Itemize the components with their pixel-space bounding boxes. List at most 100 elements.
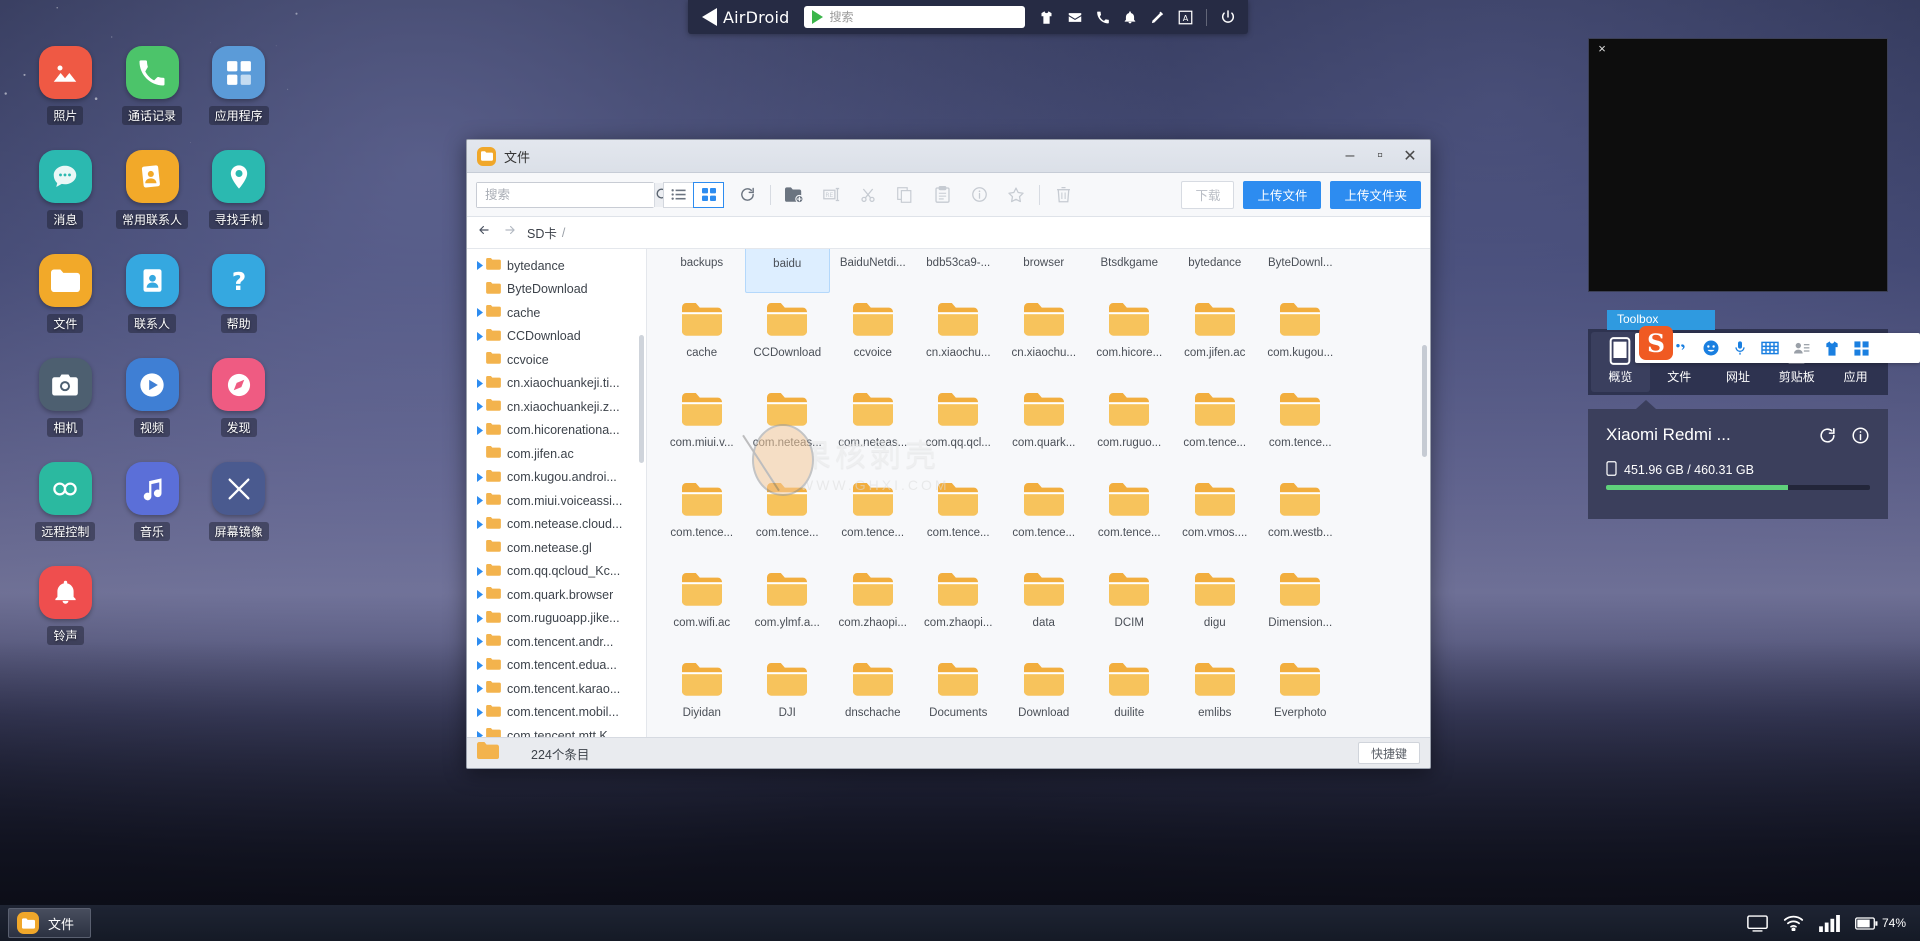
file-grid-item[interactable]: com.kugou... bbox=[1258, 293, 1344, 383]
refresh-icon[interactable] bbox=[1804, 426, 1837, 445]
arrow-left-icon[interactable] bbox=[477, 223, 491, 242]
file-grid-item[interactable]: data bbox=[1001, 563, 1087, 653]
file-grid-item[interactable]: cn.xiaochu... bbox=[1001, 293, 1087, 383]
new-folder-button[interactable] bbox=[780, 181, 808, 209]
file-grid-item[interactable]: com.tence... bbox=[1001, 473, 1087, 563]
tshirt-skin-icon[interactable] bbox=[1823, 340, 1841, 357]
punctuation-icon[interactable] bbox=[1673, 340, 1690, 357]
bell-icon[interactable] bbox=[1123, 10, 1137, 25]
apps-grid-icon[interactable] bbox=[1853, 340, 1870, 357]
chevron-right-icon[interactable] bbox=[473, 520, 486, 529]
file-grid-item[interactable]: bytedance bbox=[1172, 249, 1258, 293]
chevron-right-icon[interactable] bbox=[473, 426, 486, 435]
info-icon[interactable] bbox=[1837, 426, 1870, 445]
chevron-right-icon[interactable] bbox=[473, 708, 486, 717]
file-grid-item[interactable]: BaiduNetdi... bbox=[830, 249, 916, 293]
file-grid-item[interactable]: ByteDownl... bbox=[1258, 249, 1344, 293]
file-grid-item[interactable]: cache bbox=[659, 293, 745, 383]
file-grid-item[interactable]: cn.xiaochu... bbox=[916, 293, 1002, 383]
file-grid-item[interactable]: com.tence... bbox=[1087, 473, 1173, 563]
desktop-icon-folder[interactable]: 文件 bbox=[22, 254, 109, 333]
tree-item[interactable]: cn.xiaochuankeji.ti... bbox=[467, 372, 646, 396]
tree-item[interactable]: cn.xiaochuankeji.z... bbox=[467, 395, 646, 419]
grid-view-icon[interactable] bbox=[693, 182, 724, 208]
desktop-icon-ringtone[interactable]: 铃声 bbox=[22, 566, 109, 645]
search-input[interactable] bbox=[477, 183, 654, 207]
file-grid-item[interactable]: duilite bbox=[1087, 653, 1173, 737]
tree-item[interactable]: ccvoice bbox=[467, 348, 646, 372]
file-grid-item[interactable]: emlibs bbox=[1172, 653, 1258, 737]
upload-folder-button[interactable]: 上传文件夹 bbox=[1330, 181, 1421, 209]
file-grid-item[interactable]: dnschache bbox=[830, 653, 916, 737]
user-card-icon[interactable] bbox=[1792, 340, 1811, 356]
tree-item[interactable]: com.netease.gl bbox=[467, 536, 646, 560]
tree-item[interactable]: com.jifen.ac bbox=[467, 442, 646, 466]
file-grid-item[interactable]: DCIM bbox=[1087, 563, 1173, 653]
file-grid-item[interactable]: com.wifi.ac bbox=[659, 563, 745, 653]
file-grid-item[interactable]: com.zhaopi... bbox=[830, 563, 916, 653]
chevron-right-icon[interactable] bbox=[473, 402, 486, 411]
file-grid-item[interactable]: browser bbox=[1001, 249, 1087, 293]
tree-item[interactable]: com.kugou.androi... bbox=[467, 466, 646, 490]
chevron-right-icon[interactable] bbox=[473, 308, 486, 317]
close-button[interactable]: ✕ bbox=[1396, 144, 1424, 168]
signal-icon[interactable] bbox=[1819, 915, 1840, 932]
file-grid-item[interactable]: com.tence... bbox=[830, 473, 916, 563]
copy-icon[interactable] bbox=[891, 181, 919, 209]
ime-floating-bar[interactable]: 中 bbox=[1635, 333, 1920, 363]
file-grid-item[interactable]: com.miui.v... bbox=[659, 383, 745, 473]
file-grid-item[interactable]: com.neteas... bbox=[745, 383, 831, 473]
file-grid-item[interactable]: com.zhaopi... bbox=[916, 563, 1002, 653]
tree-item[interactable]: com.tencent.andr... bbox=[467, 630, 646, 654]
file-grid-item[interactable]: Download bbox=[1001, 653, 1087, 737]
file-grid-item[interactable]: Dimension... bbox=[1258, 563, 1344, 653]
file-grid-item[interactable]: ccvoice bbox=[830, 293, 916, 383]
power-icon[interactable] bbox=[1220, 9, 1236, 25]
file-grid-item[interactable]: com.neteas... bbox=[830, 383, 916, 473]
screen-icon[interactable] bbox=[1747, 915, 1768, 932]
keyboard-icon[interactable] bbox=[1760, 340, 1780, 356]
file-grid-item[interactable]: com.ylmf.a... bbox=[745, 563, 831, 653]
desktop-icon-music[interactable]: 音乐 bbox=[109, 462, 196, 541]
tree-item[interactable]: bytedance bbox=[467, 254, 646, 278]
file-grid-item[interactable]: com.quark... bbox=[1001, 383, 1087, 473]
tree-item[interactable]: com.netease.cloud... bbox=[467, 513, 646, 537]
file-grid-item[interactable]: com.westb... bbox=[1258, 473, 1344, 563]
download-button[interactable]: 下载 bbox=[1181, 181, 1234, 209]
file-grid-item[interactable]: Btsdkgame bbox=[1087, 249, 1173, 293]
file-grid-item[interactable]: com.tence... bbox=[916, 473, 1002, 563]
file-grid-item[interactable]: com.tence... bbox=[745, 473, 831, 563]
info-icon[interactable] bbox=[965, 181, 993, 209]
file-grid-item[interactable]: com.qq.qcl... bbox=[916, 383, 1002, 473]
maximize-button[interactable]: ▫ bbox=[1366, 144, 1394, 168]
screen-cast-panel[interactable] bbox=[1588, 38, 1888, 292]
tree-item[interactable]: com.tencent.edua... bbox=[467, 654, 646, 678]
chevron-right-icon[interactable] bbox=[473, 614, 486, 623]
desktop-icon-find-phone[interactable]: 寻找手机 bbox=[195, 150, 282, 229]
desktop-icon-video[interactable]: 视频 bbox=[109, 358, 196, 437]
arrow-right-icon[interactable] bbox=[503, 223, 517, 242]
sogou-logo-icon[interactable]: S bbox=[1638, 325, 1674, 361]
file-grid-item[interactable]: backups bbox=[659, 249, 745, 293]
file-grid-item[interactable]: baidu bbox=[745, 249, 831, 293]
chevron-right-icon[interactable] bbox=[473, 496, 486, 505]
chevron-right-icon[interactable] bbox=[473, 379, 486, 388]
desktop-icon-remote-control[interactable]: 远程控制 bbox=[22, 462, 109, 541]
close-icon[interactable]: × bbox=[1594, 41, 1610, 57]
desktop-icon-contacts-card[interactable]: 常用联系人 bbox=[109, 150, 196, 229]
tree-item[interactable]: CCDownload bbox=[467, 325, 646, 349]
tree-item[interactable]: com.ruguoapp.jike... bbox=[467, 607, 646, 631]
chevron-right-icon[interactable] bbox=[473, 332, 486, 341]
airdroid-search-input[interactable] bbox=[830, 10, 1017, 24]
file-grid-item[interactable]: com.tence... bbox=[659, 473, 745, 563]
file-grid-item[interactable]: com.hicore... bbox=[1087, 293, 1173, 383]
tree-item[interactable]: com.qq.qcloud_Kc... bbox=[467, 560, 646, 584]
desktop-icon-photos[interactable]: 照片 bbox=[22, 46, 109, 125]
file-grid-item[interactable]: digu bbox=[1172, 563, 1258, 653]
tree-item[interactable]: com.miui.voiceassi... bbox=[467, 489, 646, 513]
desktop-icon-camera[interactable]: 相机 bbox=[22, 358, 109, 437]
chevron-right-icon[interactable] bbox=[473, 637, 486, 646]
tree-item[interactable]: cache bbox=[467, 301, 646, 325]
letter-a-icon[interactable]: A bbox=[1178, 10, 1193, 25]
file-grid-item[interactable]: com.jifen.ac bbox=[1172, 293, 1258, 383]
